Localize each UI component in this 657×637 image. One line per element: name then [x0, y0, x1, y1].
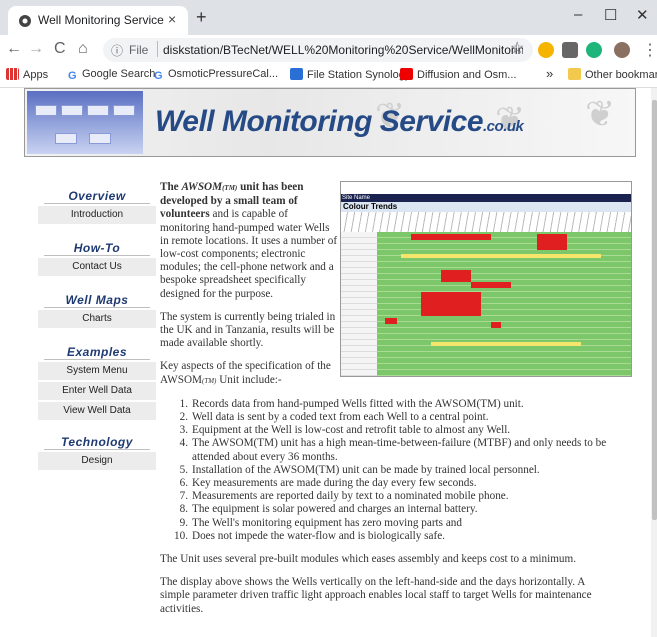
- list-item: attended about every 36 months.: [192, 450, 338, 463]
- apps-grid-icon: [6, 68, 19, 80]
- site-banner: ❦ ❦ ❦ Well Monitoring Service.co.uk: [24, 88, 636, 157]
- nav-design[interactable]: Design: [38, 452, 156, 470]
- tree-decoration-icon: ❦: [585, 93, 616, 134]
- list-item: 10. Does not impede the water-flow and is…: [174, 529, 445, 542]
- avatar[interactable]: [614, 42, 630, 58]
- tab-title: Well Monitoring Service: [38, 13, 164, 27]
- bookmark-osmotic[interactable]: G OsmoticPressureCal...: [154, 68, 278, 82]
- section-title: Overview: [68, 189, 126, 203]
- extension-icon[interactable]: [562, 42, 578, 58]
- divider: [44, 203, 150, 204]
- forward-button[interactable]: →: [28, 40, 44, 58]
- info-icon[interactable]: ⓘ: [111, 42, 123, 59]
- nav-view-well-data[interactable]: View Well Data: [38, 402, 156, 420]
- google-icon: G: [154, 70, 163, 82]
- bookmark-diffusion[interactable]: Diffusion and Osm...: [400, 68, 516, 81]
- bookmarks-overflow[interactable]: »: [546, 66, 553, 81]
- extension-icon[interactable]: [538, 42, 554, 58]
- banner-title: Well Monitoring Service.co.uk: [155, 105, 524, 138]
- sidebar-nav: Overview Introduction How-To Contact Us …: [38, 188, 156, 470]
- banner-diagram-image: [27, 91, 143, 154]
- intro-paragraph: The AWSOM(TM) unit has been developed by…: [160, 181, 338, 300]
- page-viewport: ❦ ❦ ❦ Well Monitoring Service.co.uk Over…: [0, 88, 651, 637]
- list-item: 7. Measurements are reported daily by tex…: [179, 490, 509, 503]
- section-title: Well Maps: [65, 293, 129, 307]
- toolbar: ← → C ⌂ ⓘ File diskstation/BTecNet/WELL%…: [0, 35, 657, 65]
- list-item: 6. Key measurements are made during the d…: [179, 477, 477, 490]
- list-item: 5. Installation of the AWSOM(TM) unit can…: [179, 463, 540, 476]
- address-bar[interactable]: ⓘ File diskstation/BTecNet/WELL%20Monito…: [103, 38, 533, 62]
- sidebar-section-howto: How-To Contact Us: [38, 240, 156, 276]
- list-item: 3. Equipment at the Well is low-cost and …: [179, 424, 511, 437]
- bookmarks-bar: Apps G Google Search G OsmoticPressureCal.…: [0, 65, 657, 88]
- close-window-button[interactable]: ✕: [636, 6, 649, 24]
- apps-bookmark[interactable]: Apps: [6, 68, 48, 81]
- nav-introduction[interactable]: Introduction: [38, 206, 156, 224]
- bookmark-star-icon[interactable]: ☆: [510, 38, 524, 58]
- other-bookmarks[interactable]: Other bookmarks: [568, 68, 657, 81]
- divider: [44, 307, 150, 308]
- extension-icon[interactable]: [586, 42, 602, 58]
- home-button[interactable]: ⌂: [78, 40, 88, 58]
- section-title: Examples: [66, 345, 128, 359]
- sidebar-section-overview: Overview Introduction: [38, 188, 156, 224]
- nav-charts[interactable]: Charts: [38, 310, 156, 328]
- scrollbar-thumb[interactable]: [652, 100, 657, 520]
- nav-contact-us[interactable]: Contact Us: [38, 258, 156, 276]
- nav-enter-well-data[interactable]: Enter Well Data: [38, 382, 156, 400]
- trial-paragraph: The system is currently being trialed in…: [160, 310, 336, 350]
- bookmark-file-station[interactable]: File Station Synology: [290, 68, 410, 81]
- synology-icon: [290, 68, 303, 80]
- sidebar-section-wellmaps: Well Maps Charts: [38, 292, 156, 328]
- file-scheme-label: File: [129, 43, 149, 57]
- list-item: 8. The equipment is solar powered and cha…: [179, 503, 478, 516]
- menu-icon[interactable]: ⋮: [642, 40, 657, 60]
- back-button[interactable]: ←: [6, 40, 22, 58]
- spec-list: 1. Records data from hand-pumped Wells fi…: [160, 398, 640, 543]
- list-item: 2. Well data is sent by a coded text from…: [179, 411, 489, 424]
- list-item: 9. The Well's monitoring equipment has ze…: [179, 516, 462, 529]
- main-content: The AWSOM(TM) unit has been developed by…: [160, 181, 640, 616]
- sidebar-section-technology: Technology Design: [38, 434, 156, 470]
- sidebar-section-examples: Examples System Menu Enter Well Data Vie…: [38, 344, 156, 420]
- bookmark-google-search[interactable]: G Google Search: [68, 68, 155, 82]
- banner-suffix: .co.uk: [483, 118, 524, 135]
- folder-icon: [568, 68, 581, 80]
- divider: [157, 41, 158, 57]
- section-title: How-To: [73, 241, 121, 255]
- chrome-favicon-icon: [19, 15, 31, 27]
- divider: [44, 449, 150, 450]
- new-tab-button[interactable]: +: [196, 7, 207, 28]
- browser-tab[interactable]: Well Monitoring Service ×: [8, 6, 188, 35]
- minimize-button[interactable]: –: [574, 6, 582, 23]
- section-title: Technology: [61, 435, 133, 449]
- list-item: 1. Records data from hand-pumped Wells fi…: [179, 397, 524, 410]
- divider: [44, 359, 150, 360]
- nav-system-menu[interactable]: System Menu: [38, 362, 156, 380]
- tab-strip: Well Monitoring Service × + – ☐ ✕: [0, 0, 657, 35]
- reload-button[interactable]: C: [54, 40, 66, 58]
- spec-intro-paragraph: Key aspects of the specification of the …: [160, 360, 331, 386]
- divider: [44, 255, 150, 256]
- url-text[interactable]: diskstation/BTecNet/WELL%20Monitoring%20…: [163, 43, 523, 57]
- maximize-button[interactable]: ☐: [604, 6, 617, 24]
- modules-paragraph: The Unit uses several pre-built modules …: [160, 553, 577, 566]
- list-item: 4. The AWSOM(TM) unit has a high mean-tim…: [179, 437, 607, 450]
- display-paragraph: The display above shows the Wells vertic…: [160, 576, 592, 615]
- google-icon: G: [68, 70, 77, 82]
- tab-close-icon[interactable]: ×: [168, 11, 176, 27]
- youtube-icon: [400, 68, 413, 80]
- intro-block: The AWSOM(TM) unit has been developed by…: [160, 181, 340, 388]
